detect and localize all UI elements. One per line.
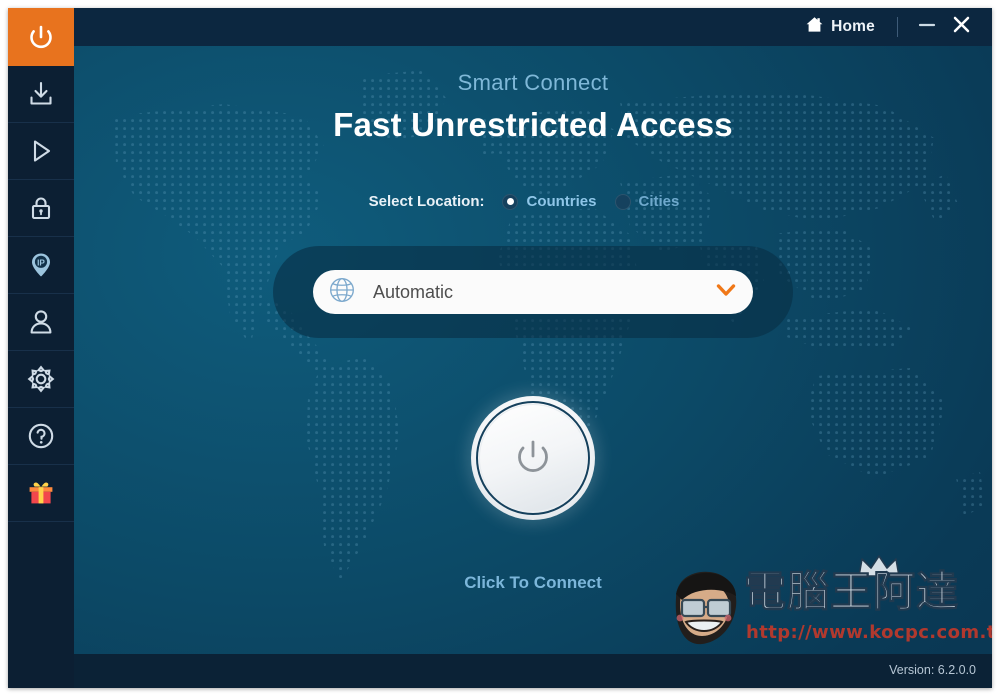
power-button-face <box>479 404 587 512</box>
main-panel: Smart Connect Fast Unrestricted Access S… <box>74 46 992 654</box>
power-icon <box>24 20 58 54</box>
globe-icon <box>327 275 357 310</box>
bottombar: Version: 6.2.0.0 <box>74 654 992 688</box>
select-location-row: Select Location: Countries Cities <box>74 193 992 210</box>
chevron-down-icon[interactable] <box>713 277 739 308</box>
lock-icon <box>26 193 56 223</box>
select-location-label: Select Location: <box>368 193 485 210</box>
sidebar-item-lock[interactable] <box>8 180 74 237</box>
play-icon <box>26 136 56 166</box>
sidebar-item-play[interactable] <box>8 123 74 180</box>
sidebar-item-account[interactable] <box>8 294 74 351</box>
sidebar-item-download[interactable] <box>8 66 74 123</box>
sidebar-item-gift[interactable] <box>8 465 74 522</box>
sidebar-item-help[interactable] <box>8 408 74 465</box>
radio-cities-indicator[interactable] <box>614 193 631 210</box>
sidebar: IP <box>8 8 74 688</box>
gift-icon <box>26 478 56 508</box>
radio-cities-label: Cities <box>638 193 680 210</box>
radio-option-cities[interactable]: Cities <box>614 193 680 210</box>
minimize-button[interactable] <box>910 8 944 46</box>
connect-status-label[interactable]: Click To Connect <box>74 573 992 593</box>
sidebar-item-settings[interactable] <box>8 351 74 408</box>
close-button[interactable] <box>944 8 978 46</box>
titlebar: Home <box>74 8 992 46</box>
location-dropdown[interactable]: Automatic <box>313 270 753 314</box>
minimize-icon <box>917 15 937 40</box>
radio-countries-indicator[interactable] <box>502 193 519 210</box>
page-title: Fast Unrestricted Access <box>333 106 733 143</box>
power-icon <box>508 431 558 486</box>
radio-option-countries[interactable]: Countries <box>502 193 597 210</box>
smart-connect-subtitle: Smart Connect <box>457 70 609 95</box>
help-icon <box>26 421 56 451</box>
download-icon <box>26 79 56 109</box>
sidebar-item-ip[interactable]: IP <box>8 237 74 294</box>
home-button[interactable]: Home <box>795 8 885 46</box>
location-dropdown-value: Automatic <box>373 281 454 302</box>
location-dropdown-container: Automatic <box>273 246 793 338</box>
user-icon <box>26 307 56 337</box>
home-label: Home <box>831 18 875 35</box>
titlebar-controls: Home <box>795 8 978 46</box>
titlebar-divider <box>897 17 898 37</box>
connect-power-button[interactable] <box>471 396 595 520</box>
home-icon <box>805 15 824 39</box>
vpn-app-window: IP Home Smart Connect Fast Unrestricted … <box>8 8 992 688</box>
svg-text:IP: IP <box>37 258 45 267</box>
sidebar-item-power[interactable] <box>8 8 74 66</box>
ip-pin-icon: IP <box>26 250 56 280</box>
close-icon <box>951 14 972 40</box>
radio-countries-label: Countries <box>526 193 597 210</box>
gear-icon <box>26 364 56 394</box>
version-label: Version: 6.2.0.0 <box>889 663 976 677</box>
